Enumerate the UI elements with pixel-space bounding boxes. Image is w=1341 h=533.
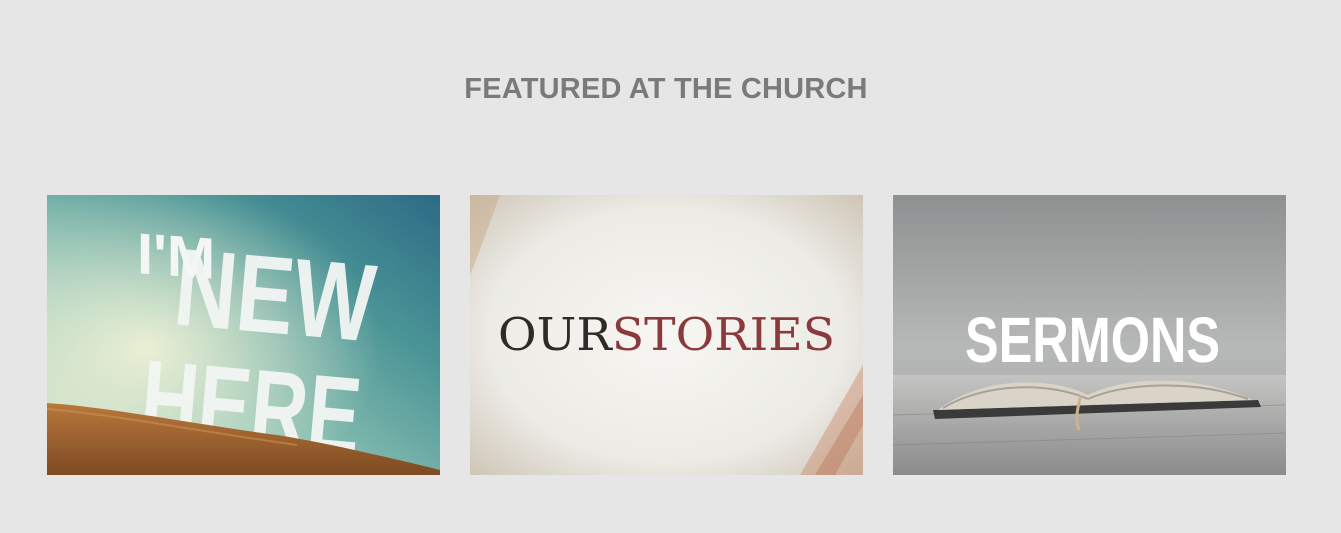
svg-text:OURSTORIES: OUR STORIES	[498, 308, 835, 361]
card-im-new-here[interactable]: I'M NEW HERE	[47, 195, 440, 475]
im-new-here-image: I'M NEW HERE	[47, 195, 440, 475]
sermons-image: SERMONS	[893, 195, 1286, 475]
our-stories-image: OUR STORIES	[470, 195, 863, 475]
card-our-stories[interactable]: OUR STORIES	[470, 195, 863, 475]
card-sermons[interactable]: SERMONS	[893, 195, 1286, 475]
sermons-text: SERMONS	[965, 304, 1220, 376]
section-title: FEATURED AT THE CHURCH	[464, 73, 868, 105]
our-text: OUR	[498, 308, 613, 361]
stories-text: STORIES	[612, 308, 835, 361]
